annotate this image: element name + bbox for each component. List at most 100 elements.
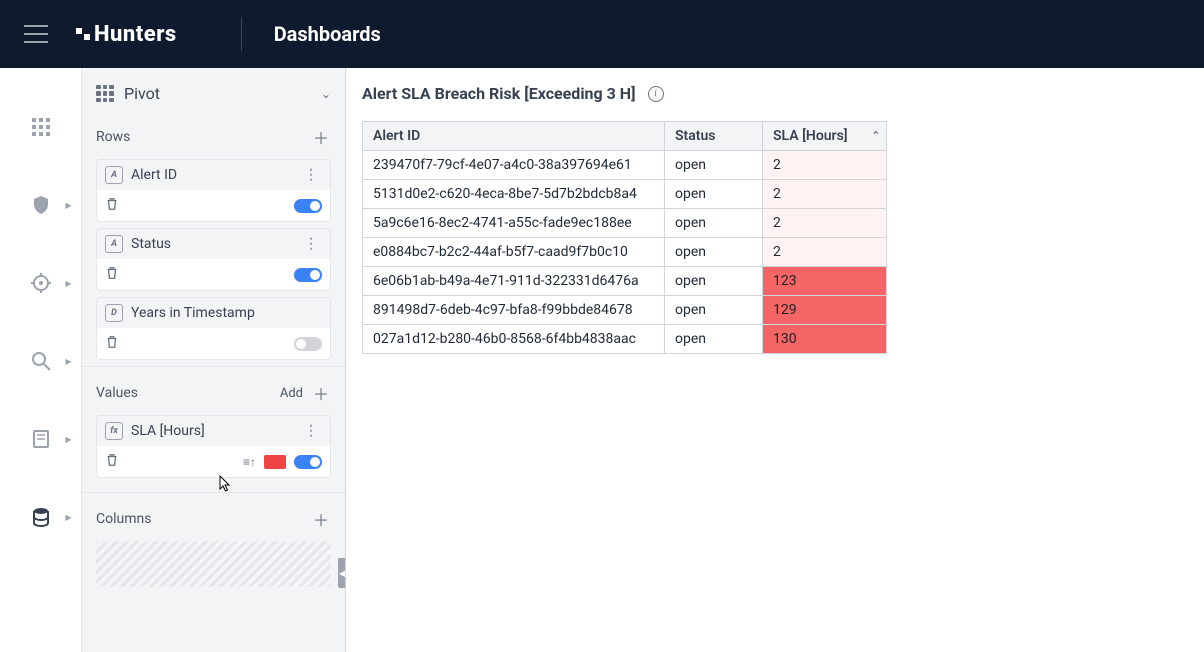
- left-nav-rail: ▶ ▶ ▶ ▶ ▶: [0, 68, 82, 652]
- field-name: Alert ID: [131, 167, 292, 183]
- cell-alert-id: 5a9c6e16-8ec2-4741-a55c-fade9ec188ee: [363, 209, 665, 238]
- logo-text: Hunters: [94, 22, 177, 47]
- table-body: 239470f7-79cf-4e07-a4c0-38a397694e61open…: [363, 151, 887, 354]
- add-column-button[interactable]: ＋: [311, 509, 331, 529]
- table-row[interactable]: 5a9c6e16-8ec2-4741-a55c-fade9ec188eeopen…: [363, 209, 887, 238]
- pivot-icon: [96, 85, 114, 103]
- cell-status: open: [665, 267, 763, 296]
- page-title: Dashboards: [274, 22, 381, 46]
- top-nav: Hunters Dashboards: [0, 0, 1204, 68]
- nav-item-data[interactable]: ▶: [18, 494, 64, 540]
- row-field-status[interactable]: A Status ⋮: [96, 228, 331, 291]
- col-header-sla[interactable]: SLA [Hours] ⌃: [763, 122, 887, 151]
- cell-alert-id: 027a1d12-b280-46b0-8568-6f4bb4838aac: [363, 325, 665, 354]
- sort-asc-icon: ⌃: [872, 131, 880, 142]
- field-menu-button[interactable]: ⋮: [300, 236, 322, 252]
- type-badge-text: A: [105, 235, 123, 253]
- logo-mark-icon: [76, 26, 92, 42]
- cell-status: open: [665, 180, 763, 209]
- type-badge-fx: fx: [105, 422, 123, 440]
- chevron-down-icon: ⌄: [321, 87, 331, 101]
- rows-section-heading: Rows ＋: [82, 117, 345, 153]
- cell-status: open: [665, 209, 763, 238]
- cell-status: open: [665, 238, 763, 267]
- field-toggle[interactable]: [294, 199, 322, 213]
- value-field-sla[interactable]: fx SLA [Hours] ⋮ ≡↑: [96, 415, 331, 478]
- columns-section-heading: Columns ＋: [82, 499, 345, 535]
- field-menu-button[interactable]: ⋮: [300, 167, 322, 183]
- pivot-panel: Pivot ⌄ Rows ＋ A Alert ID ⋮ A Status ⋮: [82, 68, 346, 652]
- cell-alert-id: 6e06b1ab-b49a-4e71-911d-322331d6476a: [363, 267, 665, 296]
- delete-field-button[interactable]: [105, 334, 119, 353]
- cell-sla: 2: [763, 238, 887, 267]
- field-name: SLA [Hours]: [131, 423, 292, 439]
- cell-sla: 130: [763, 325, 887, 354]
- field-toggle[interactable]: [294, 268, 322, 282]
- content-area: Alert SLA Breach Risk [Exceeding 3 H] i …: [346, 68, 1204, 652]
- add-row-button[interactable]: ＋: [311, 127, 331, 147]
- collapse-panel-handle[interactable]: ◀: [338, 558, 346, 588]
- chart-title: Alert SLA Breach Risk [Exceeding 3 H]: [362, 84, 636, 103]
- field-toggle[interactable]: [294, 455, 322, 469]
- rows-label: Rows: [96, 129, 130, 145]
- table-row[interactable]: 891498d7-6deb-4c97-bfa8-f99bbde84678open…: [363, 296, 887, 325]
- col-header-sla-label: SLA [Hours]: [773, 128, 848, 144]
- chevron-right-icon: ▶: [65, 435, 71, 444]
- table-row[interactable]: e0884bc7-b2c2-44af-b5f7-caad9f7b0c10open…: [363, 238, 887, 267]
- cell-sla: 2: [763, 180, 887, 209]
- row-field-years[interactable]: D Years in Timestamp: [96, 297, 331, 360]
- sort-asc-icon[interactable]: ≡↑: [243, 455, 256, 469]
- type-badge-text: A: [105, 166, 123, 184]
- row-field-alert-id[interactable]: A Alert ID ⋮: [96, 159, 331, 222]
- chevron-right-icon: ▶: [65, 357, 71, 366]
- cell-alert-id: e0884bc7-b2c2-44af-b5f7-caad9f7b0c10: [363, 238, 665, 267]
- delete-field-button[interactable]: [105, 265, 119, 284]
- nav-item-target[interactable]: ▶: [18, 260, 64, 306]
- nav-item-grid[interactable]: [18, 104, 64, 150]
- cell-alert-id: 5131d0e2-c620-4eca-8be7-5d7b2bdcb8a4: [363, 180, 665, 209]
- cell-alert-id: 239470f7-79cf-4e07-a4c0-38a397694e61: [363, 151, 665, 180]
- nav-item-search[interactable]: ▶: [18, 338, 64, 384]
- nav-item-book[interactable]: ▶: [18, 416, 64, 462]
- delete-field-button[interactable]: [105, 452, 119, 471]
- columns-drop-zone[interactable]: [96, 541, 331, 587]
- data-table: Alert ID Status SLA [Hours] ⌃ 239470f7-7…: [362, 121, 887, 354]
- chevron-right-icon: ▶: [65, 279, 71, 288]
- divider: [241, 17, 242, 51]
- field-toggle[interactable]: [294, 337, 322, 351]
- cell-sla: 123: [763, 267, 887, 296]
- nav-item-shield[interactable]: ▶: [18, 182, 64, 228]
- values-section-heading: Values Add ＋: [82, 373, 345, 409]
- cell-sla: 2: [763, 209, 887, 238]
- col-header-alert-id[interactable]: Alert ID: [363, 122, 665, 151]
- cell-status: open: [665, 325, 763, 354]
- table-row[interactable]: 5131d0e2-c620-4eca-8be7-5d7b2bdcb8a4open…: [363, 180, 887, 209]
- field-menu-button[interactable]: ⋮: [300, 423, 322, 439]
- col-header-status[interactable]: Status: [665, 122, 763, 151]
- delete-field-button[interactable]: [105, 196, 119, 215]
- hamburger-menu-button[interactable]: [24, 25, 48, 43]
- type-badge-date: D: [105, 304, 123, 322]
- info-icon[interactable]: i: [648, 86, 664, 102]
- table-header-row: Alert ID Status SLA [Hours] ⌃: [363, 122, 887, 151]
- columns-label: Columns: [96, 511, 151, 527]
- chevron-right-icon: ▶: [65, 513, 71, 522]
- values-label: Values: [96, 385, 138, 401]
- pivot-header[interactable]: Pivot ⌄: [82, 68, 345, 117]
- table-row[interactable]: 027a1d12-b280-46b0-8568-6f4bb4838aacopen…: [363, 325, 887, 354]
- cell-sla: 129: [763, 296, 887, 325]
- cell-alert-id: 891498d7-6deb-4c97-bfa8-f99bbde84678: [363, 296, 665, 325]
- table-row[interactable]: 6e06b1ab-b49a-4e71-911d-322331d6476aopen…: [363, 267, 887, 296]
- table-row[interactable]: 239470f7-79cf-4e07-a4c0-38a397694e61open…: [363, 151, 887, 180]
- cell-sla: 2: [763, 151, 887, 180]
- cell-status: open: [665, 151, 763, 180]
- add-value-button[interactable]: ＋: [311, 383, 331, 403]
- cell-status: open: [665, 296, 763, 325]
- pivot-label: Pivot: [124, 84, 311, 103]
- field-name: Years in Timestamp: [131, 305, 322, 321]
- logo[interactable]: Hunters: [76, 22, 177, 47]
- chevron-right-icon: ▶: [65, 201, 71, 210]
- field-name: Status: [131, 236, 292, 252]
- add-value-label[interactable]: Add: [280, 386, 303, 401]
- color-chip[interactable]: [264, 455, 286, 469]
